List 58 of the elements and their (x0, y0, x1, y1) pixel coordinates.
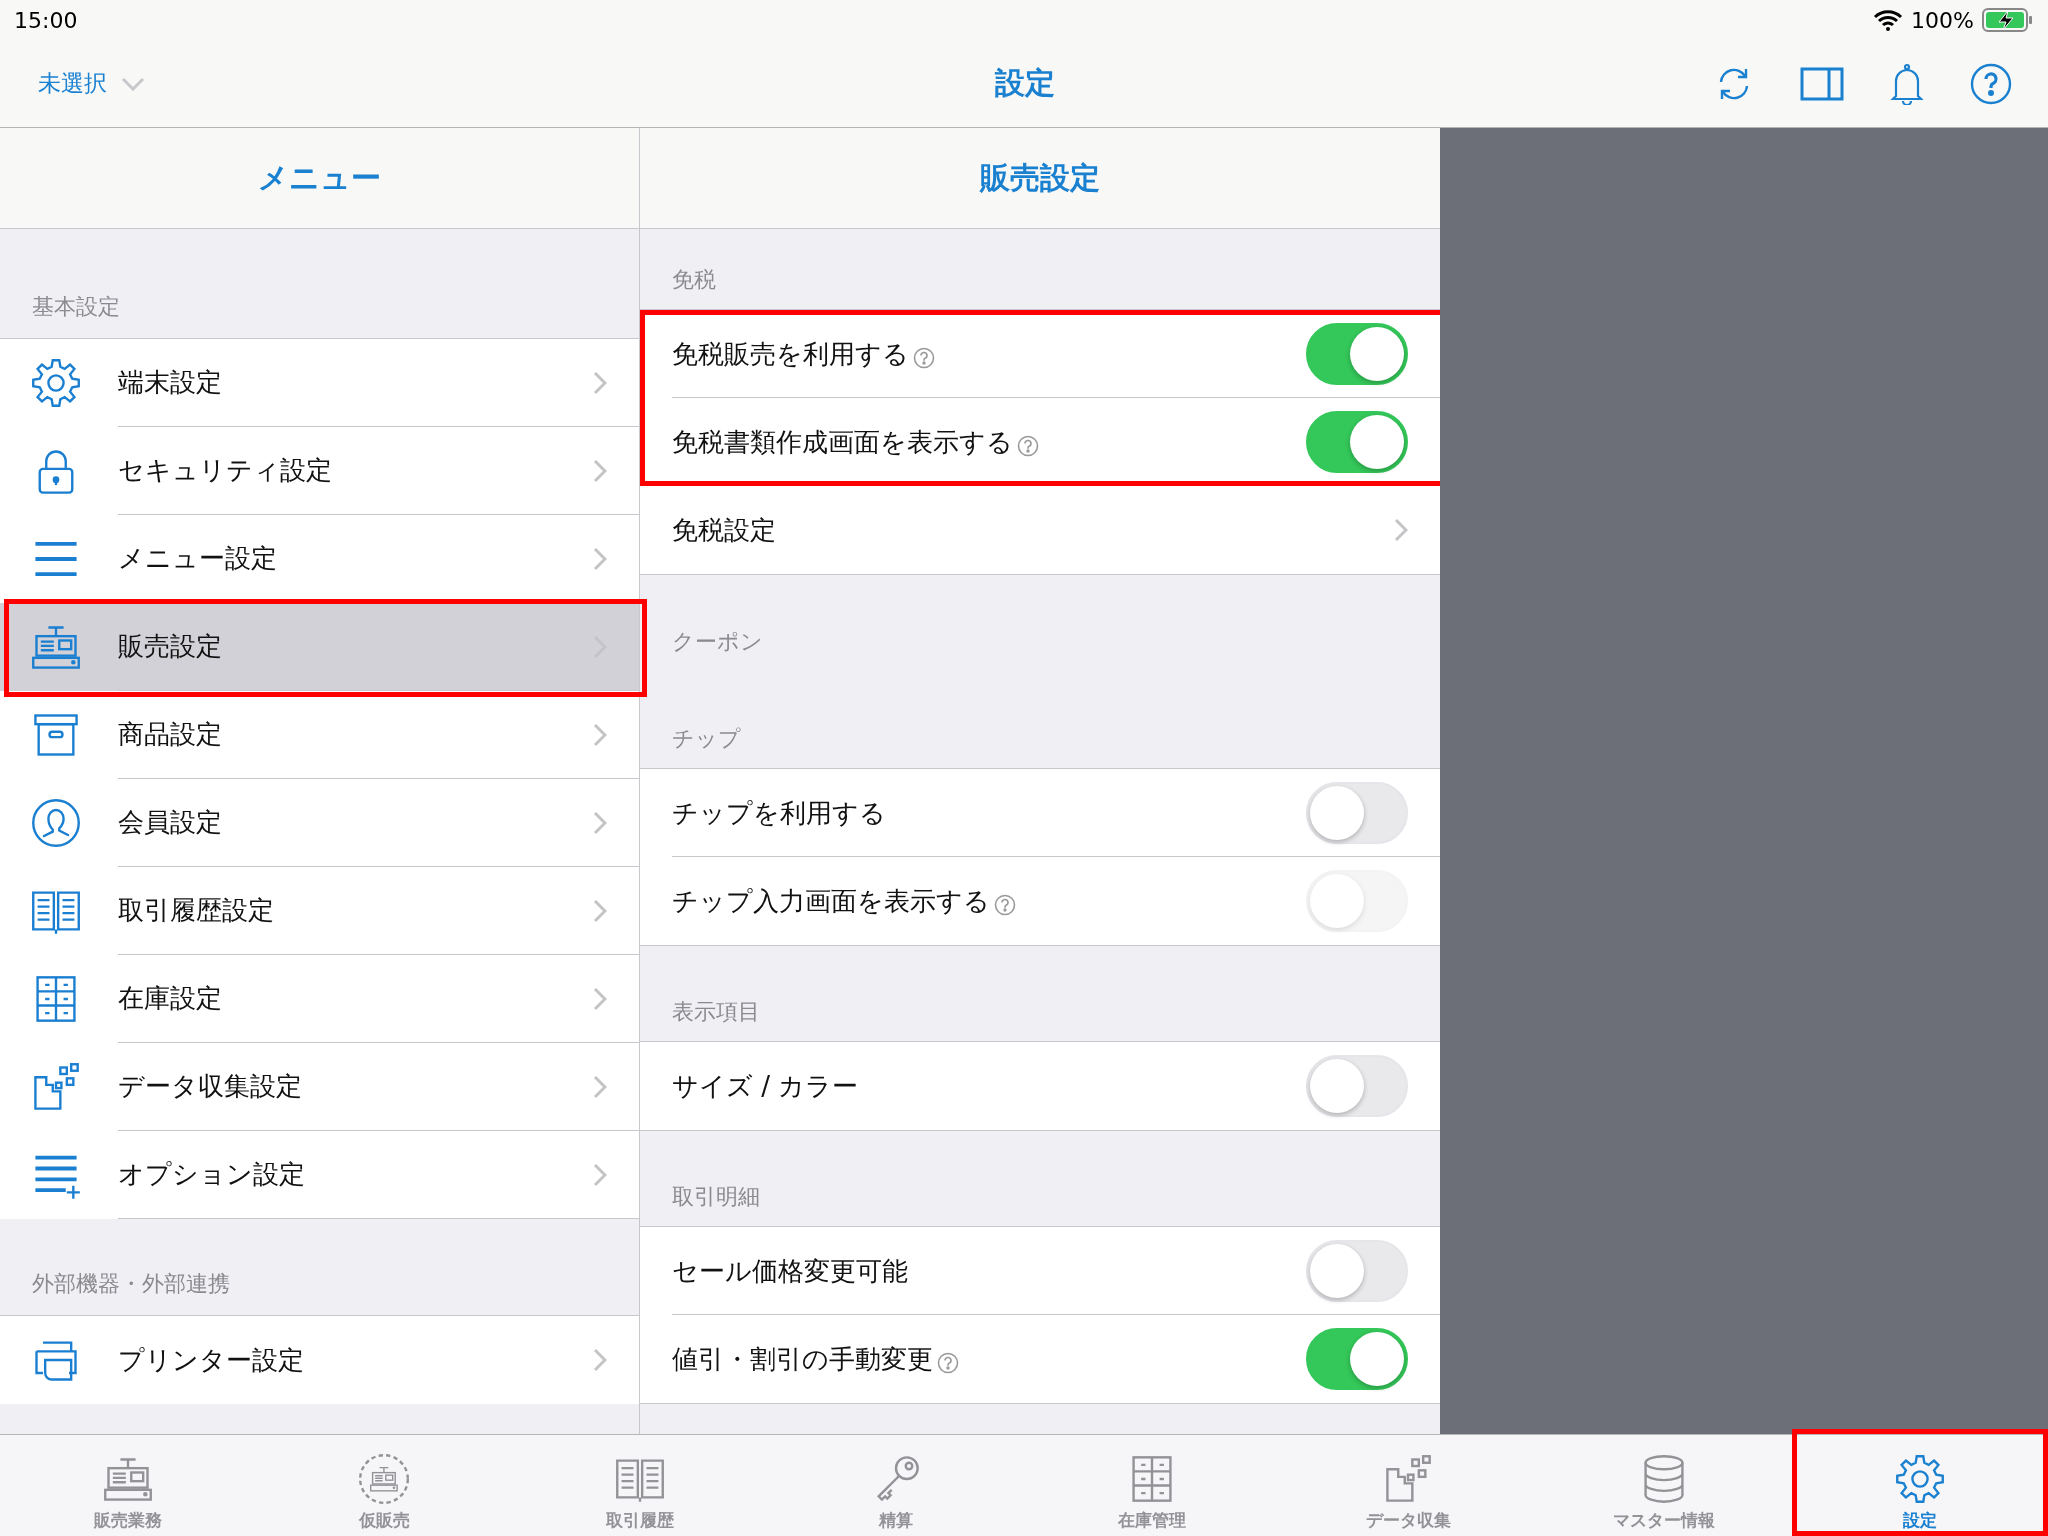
setting-label: 免税設定 (672, 513, 776, 547)
setting-label: 免税書類作成画面を表示する (672, 425, 1013, 459)
cash-register-icon (358, 1453, 410, 1505)
setting-label: チップを利用する (672, 796, 886, 830)
chevron-down-icon (121, 76, 145, 91)
wifi-icon (1873, 9, 1904, 31)
setting-label: サイズ / カラー (672, 1069, 859, 1103)
help-icon[interactable] (937, 1352, 959, 1374)
section-header: 取引明細 (672, 1183, 760, 1211)
menu-item[interactable]: 商品設定 (0, 691, 639, 779)
chevron-right-icon (593, 370, 607, 395)
section-header: 表示項目 (672, 998, 760, 1026)
status-time: 15:00 (14, 7, 78, 33)
menu-item[interactable]: 端末設定 (0, 339, 639, 427)
chevron-right-icon (593, 1074, 607, 1099)
panel-title: メニュー (258, 158, 381, 197)
section-header: 外部機器・外部連携 (32, 1270, 230, 1298)
toggle-switch[interactable] (1306, 323, 1408, 385)
menu-item[interactable]: 会員設定 (0, 779, 639, 867)
chevron-right-icon (593, 810, 607, 835)
chevron-right-icon (1394, 518, 1408, 542)
section-header: 基本設定 (32, 293, 120, 321)
help-icon[interactable] (1970, 62, 2012, 105)
menu-item[interactable]: メニュー設定 (0, 515, 639, 603)
tab[interactable]: 設定 (1792, 1435, 2048, 1536)
person-icon (30, 797, 82, 849)
chevron-right-icon (593, 1348, 607, 1372)
section-header: チップ (672, 725, 741, 753)
chevron-right-icon (593, 458, 607, 483)
gear-icon (30, 357, 82, 409)
gear-icon (1894, 1453, 1946, 1505)
battery-percentage: 100% (1911, 7, 1974, 33)
menu-item[interactable]: オプション設定 (0, 1131, 639, 1219)
menu-item[interactable]: 取引履歴設定 (0, 867, 639, 955)
section-header: 免税 (672, 266, 716, 294)
menu-item[interactable]: セキュリティ設定 (0, 427, 639, 515)
menu-item[interactable]: プリンター設定 (0, 1316, 639, 1404)
menu-item[interactable]: 在庫設定 (0, 955, 639, 1043)
chevron-right-icon (593, 722, 607, 747)
panel-title: 販売設定 (980, 158, 1100, 197)
setting-label: チップ入力画面を表示する (672, 884, 990, 918)
chevron-right-icon (593, 546, 607, 571)
screen-title: 設定 (995, 64, 1055, 102)
toggle-switch[interactable] (1306, 411, 1408, 473)
chevron-right-icon (593, 898, 607, 923)
menu-item[interactable]: データ収集設定 (0, 1043, 639, 1131)
chevron-right-icon (593, 986, 607, 1011)
bell-icon[interactable] (1890, 62, 1924, 105)
help-icon[interactable] (1017, 435, 1039, 457)
location-dropdown[interactable]: 未選択 (38, 68, 145, 99)
section-header: クーポン (672, 628, 763, 656)
toggle-switch[interactable] (1306, 1328, 1408, 1390)
split-view-icon[interactable] (1800, 66, 1844, 101)
setting-label: 免税販売を利用する (672, 337, 909, 371)
chevron-right-icon (593, 1162, 607, 1187)
setting-label: セール価格変更可能 (672, 1254, 908, 1288)
setting-label: 値引・割引の手動変更 (672, 1342, 933, 1376)
help-icon[interactable] (913, 347, 935, 369)
